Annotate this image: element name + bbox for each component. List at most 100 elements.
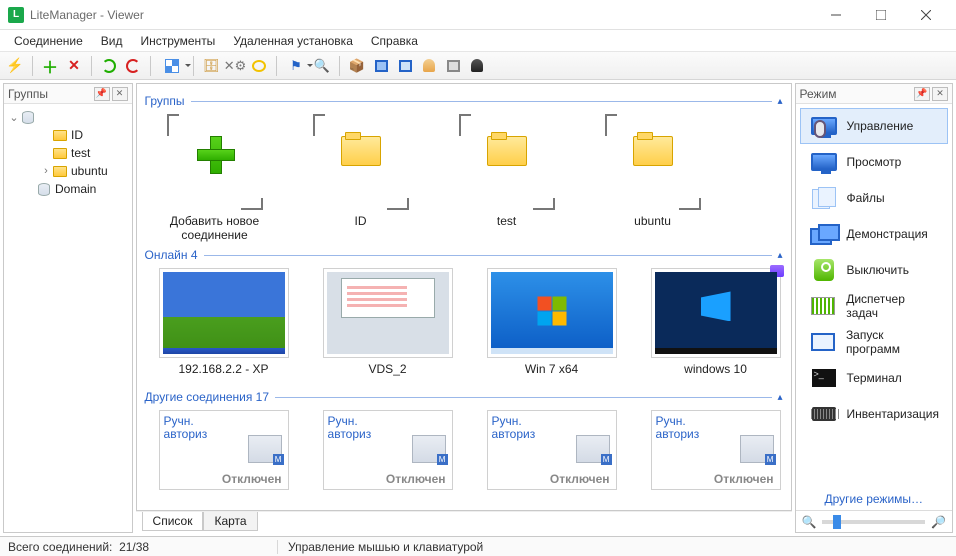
- pin-button[interactable]: 📌: [94, 87, 110, 101]
- computer-icon: [248, 435, 282, 463]
- group-folder-card[interactable]: ID: [303, 114, 419, 242]
- connections-label: Всего соединений:: [8, 540, 112, 554]
- menu-item[interactable]: Соединение: [6, 32, 91, 50]
- status-bar: Всего соединений: 21/38 Управление мышью…: [0, 536, 956, 556]
- zoom-in-icon[interactable]: 🔎: [931, 515, 946, 529]
- refresh-button[interactable]: [98, 55, 120, 77]
- toolbar-separator: [276, 56, 277, 76]
- maximize-button[interactable]: [858, 4, 903, 26]
- more-modes-link[interactable]: Другие режимы…: [796, 488, 952, 510]
- stop-refresh-button[interactable]: [122, 55, 144, 77]
- mode-item[interactable]: Запуск программ: [800, 324, 948, 360]
- view-tab[interactable]: Карта: [203, 512, 257, 531]
- task-icon: [811, 297, 835, 315]
- menu-bar: СоединениеВидИнструментыУдаленная устано…: [0, 30, 956, 52]
- menu-item[interactable]: Вид: [93, 32, 131, 50]
- user-button[interactable]: [418, 55, 440, 77]
- server-list-button[interactable]: 🗄: [200, 55, 222, 77]
- app-logo-icon: L: [8, 7, 24, 23]
- connections-value: 21/38: [119, 540, 149, 554]
- connections-view: Группы ▴ Добавить новое соединение ID test…: [136, 83, 792, 511]
- add-button[interactable]: ＋: [39, 55, 61, 77]
- online-connection-card[interactable]: Win 7 x64: [485, 268, 619, 376]
- online-section-header[interactable]: Онлайн 4 ▴: [145, 248, 783, 262]
- chat-button[interactable]: [248, 55, 270, 77]
- menu-item[interactable]: Справка: [363, 32, 426, 50]
- run-icon: [811, 333, 835, 351]
- mode-panel-title: Режим: [800, 87, 837, 101]
- add-connection-card[interactable]: Добавить новое соединение: [157, 114, 273, 242]
- offline-connection-card[interactable]: Ручн.авторизОтключен: [157, 410, 291, 490]
- view-tab[interactable]: Список: [142, 512, 204, 531]
- panel-close-button[interactable]: ✕: [932, 87, 948, 101]
- groups-tree[interactable]: ⌄ IDtest›ubuntuDomain: [4, 104, 132, 532]
- group-folder-card[interactable]: test: [449, 114, 565, 242]
- monitor-button[interactable]: [442, 55, 464, 77]
- online-section-title: Онлайн 4: [145, 248, 198, 262]
- view-tabs: СписокКарта: [136, 511, 792, 533]
- settings-button[interactable]: ✕⚙: [224, 55, 246, 77]
- mode-item[interactable]: Демонстрация: [800, 216, 948, 252]
- toolbar-separator: [339, 56, 340, 76]
- mode-item[interactable]: Выключить: [800, 252, 948, 288]
- toolbar: ⚡ ＋ ✕ 🗄 ✕⚙ ⚑ 🔍 📦: [0, 52, 956, 80]
- search-button[interactable]: 🔍: [311, 55, 333, 77]
- groups-panel-title: Группы: [8, 87, 48, 101]
- zoom-bar: 🔍 🔎: [796, 510, 952, 532]
- mode-item[interactable]: Терминал: [800, 360, 948, 396]
- monitor-icon: [811, 153, 837, 171]
- group-folder-card[interactable]: ubuntu: [595, 114, 711, 242]
- tree-node[interactable]: ›ubuntu: [8, 162, 128, 180]
- groups-section-title: Группы: [145, 94, 185, 108]
- pin-button[interactable]: 📌: [914, 87, 930, 101]
- collapse-icon: ▴: [778, 392, 783, 403]
- tree-node[interactable]: test: [8, 144, 128, 162]
- demo-icon: [810, 224, 838, 244]
- delete-button[interactable]: ✕: [63, 55, 85, 77]
- screen-button[interactable]: [370, 55, 392, 77]
- offline-connection-card[interactable]: Ручн.авторизОтключен: [649, 410, 783, 490]
- account-button[interactable]: [466, 55, 488, 77]
- power-icon: [814, 259, 834, 281]
- status-hint: Управление мышью и клавиатурой: [278, 540, 483, 554]
- window-title: LiteManager - Viewer: [30, 8, 144, 22]
- mode-item[interactable]: Просмотр: [800, 144, 948, 180]
- quick-connect-button[interactable]: ⚡: [4, 55, 26, 77]
- toolbar-separator: [32, 56, 33, 76]
- panel-close-button[interactable]: ✕: [112, 87, 128, 101]
- other-section-header[interactable]: Другие соединения 17 ▴: [145, 390, 783, 404]
- screens-button[interactable]: [394, 55, 416, 77]
- offline-connection-card[interactable]: Ручн.авторизОтключен: [321, 410, 455, 490]
- close-button[interactable]: [903, 4, 948, 26]
- groups-section-header[interactable]: Группы ▴: [145, 94, 783, 108]
- online-connection-card[interactable]: VDS_2: [321, 268, 455, 376]
- tree-node[interactable]: Domain: [8, 180, 128, 198]
- view-mode-button[interactable]: [157, 55, 187, 77]
- online-connection-card[interactable]: 192.168.2.2 - XP: [157, 268, 291, 376]
- toolbar-separator: [150, 56, 151, 76]
- collapse-icon: ▴: [778, 250, 783, 261]
- chip-icon: [812, 407, 836, 421]
- menu-item[interactable]: Удаленная установка: [225, 32, 361, 50]
- minimize-button[interactable]: [813, 4, 858, 26]
- title-bar: L LiteManager - Viewer: [0, 0, 956, 30]
- toolbar-separator: [193, 56, 194, 76]
- mode-item[interactable]: Диспетчер задач: [800, 288, 948, 324]
- mode-item[interactable]: Управление: [800, 108, 948, 144]
- computer-icon: [740, 435, 774, 463]
- flag-button[interactable]: ⚑: [283, 55, 309, 77]
- tree-node[interactable]: ID: [8, 126, 128, 144]
- other-section-title: Другие соединения 17: [145, 390, 270, 404]
- mode-item[interactable]: Файлы: [800, 180, 948, 216]
- offline-connection-card[interactable]: Ручн.авторизОтключен: [485, 410, 619, 490]
- collapse-icon: ▴: [778, 96, 783, 107]
- groups-panel: Группы 📌 ✕ ⌄ IDtest›ubuntuDomain: [3, 83, 133, 533]
- online-connection-card[interactable]: windows 10: [649, 268, 783, 376]
- toolbar-separator: [91, 56, 92, 76]
- mode-panel: Режим 📌 ✕ УправлениеПросмотрФайлыДемонст…: [795, 83, 953, 533]
- menu-item[interactable]: Инструменты: [132, 32, 223, 50]
- zoom-slider[interactable]: [822, 520, 925, 524]
- tool-a-button[interactable]: 📦: [346, 55, 368, 77]
- mode-item[interactable]: Инвентаризация: [800, 396, 948, 432]
- zoom-out-icon[interactable]: 🔍: [802, 515, 817, 529]
